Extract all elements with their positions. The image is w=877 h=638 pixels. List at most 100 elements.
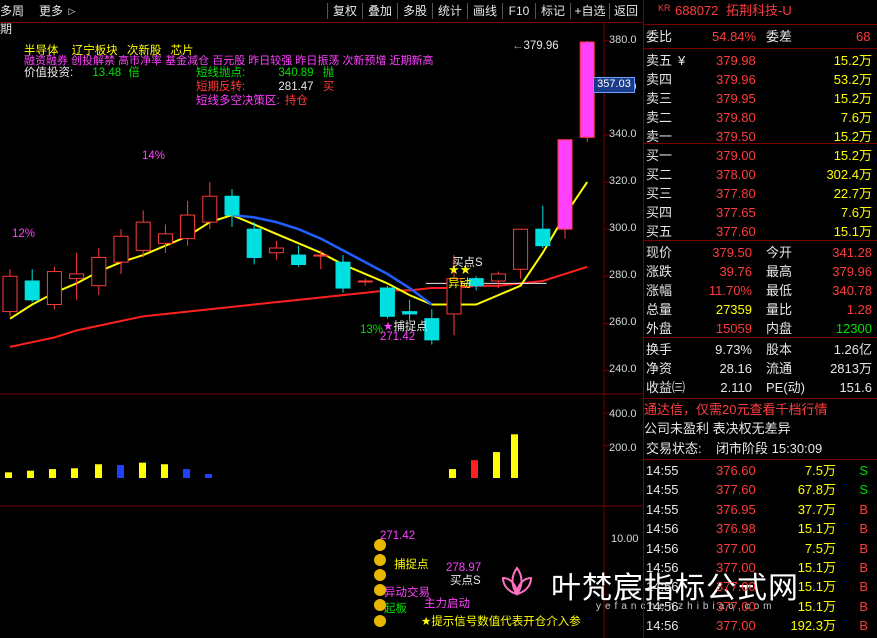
quote-value: 379.96 — [832, 264, 872, 279]
quote-value: 340.78 — [832, 283, 872, 298]
stock-header: KR 688072 拓荆科技-U — [644, 2, 877, 20]
quote-label: 内盘 — [766, 321, 793, 336]
tick-volume: 15.1万 — [797, 560, 836, 575]
kline-chart-area[interactable]: 380.0360.0340.0320.0300.0280.0260.0240.0… — [0, 22, 798, 638]
period-selector[interactable]: 多周期 — [0, 2, 32, 36]
tick-volume: 37.7万 — [797, 501, 836, 517]
more-arrow-icon[interactable]: ▷ — [66, 2, 78, 20]
tick-time: 14:56 — [646, 618, 679, 634]
quote-row: 涨幅 11.70% 最低 340.78 — [644, 282, 877, 300]
face-icon — [374, 554, 386, 566]
bid-price: 377.65 — [716, 205, 756, 220]
trade-status-value: 闭市阶段 15:30:09 — [716, 441, 823, 456]
value-investing-number: 13.48 — [92, 67, 122, 79]
quote-value: 39.76 — [719, 264, 752, 279]
short-reversal-signal: 买 — [322, 81, 335, 93]
tick-volume: 7.5万 — [804, 463, 836, 478]
toolbar-button-mark[interactable]: 标记 — [537, 2, 569, 20]
toolbar-button-add-watchlist[interactable]: +自选 — [572, 2, 608, 20]
candle-body — [180, 214, 196, 240]
toolbar-button-f10[interactable]: F10 — [504, 2, 534, 20]
volume-bar — [183, 469, 190, 478]
level2-ad-banner[interactable]: 通达信，仅需20元查看千档行情 — [644, 401, 877, 419]
tick-price: 377.00 — [716, 598, 756, 614]
tick-volume: 192.3万 — [790, 618, 836, 634]
high-price-label: ←379.96 — [512, 40, 559, 52]
ask-price: 379.80 — [716, 110, 756, 125]
trade-status-label: 交易状态: — [646, 441, 702, 456]
strategy-zone-value: 持仓 — [284, 95, 308, 107]
more-button[interactable]: 更多 — [36, 2, 66, 20]
ask-volume: 7.6万 — [840, 110, 872, 125]
sub-tip-text: ★提示信号数值代表开仓介入参 — [421, 616, 581, 628]
finance-row: 收益㈢ 2.110 PE(动) 151.6 — [644, 379, 877, 397]
high-price-value: 379.96 — [523, 40, 559, 52]
price-axis-tick: 320.0 — [609, 175, 637, 188]
toolbar-button-draw[interactable]: 画线 — [469, 2, 501, 20]
tick-time: 14:56 — [646, 540, 679, 556]
quote-row: 总量 27359 量比 1.28 — [644, 301, 877, 319]
quote-label: 外盘 — [646, 321, 673, 336]
tick-price: 377.00 — [716, 579, 756, 595]
face-icon — [374, 599, 386, 611]
toolbar-button-fuquan[interactable]: 复权 — [329, 2, 361, 20]
current-price-tag: 357.03 — [593, 77, 635, 93]
volume-bar — [5, 472, 12, 478]
tick-time: 14:55 — [646, 482, 679, 498]
candle-body — [2, 275, 18, 313]
candle-body — [46, 271, 62, 306]
volume-bar — [511, 434, 518, 478]
toolbar-button-stats[interactable]: 统计 — [434, 2, 466, 20]
sub-low-price: 271.42 — [380, 530, 416, 542]
ask-volume: 53.2万 — [833, 72, 872, 87]
bid-volume: 15.1万 — [833, 224, 872, 239]
finance-label: 净资 — [646, 361, 673, 376]
tick-price: 376.60 — [716, 463, 756, 478]
bid-label: 买二 — [646, 167, 673, 182]
quote-value: 341.28 — [832, 245, 872, 260]
catch-point-text: 捕捉点 — [393, 321, 428, 333]
bid-row: 买四 377.65 7.6万 — [644, 204, 877, 222]
candle-body — [291, 254, 307, 266]
candle-body — [135, 221, 151, 251]
candle-body — [224, 195, 240, 216]
quote-row: 涨跌 39.76 最高 379.96 — [644, 263, 877, 281]
weicha-value: 68 — [856, 29, 871, 44]
price-axis-tick: 380.0 — [609, 33, 637, 46]
candle-body — [357, 280, 373, 283]
finance-value: 151.6 — [839, 380, 872, 395]
volume-bar — [493, 452, 500, 478]
toolbar-button-multi-stock[interactable]: 多股 — [399, 2, 431, 20]
tick-row: 14:55 377.60 67.8万 S — [644, 481, 877, 499]
tick-row: 14:56 377.00 192.3万 B — [644, 617, 877, 635]
quote-label: 量比 — [766, 302, 793, 317]
bid-volume: 22.7万 — [833, 186, 872, 201]
toolbar-button-overlay[interactable]: 叠加 — [364, 2, 396, 20]
finance-label: PE(动) — [766, 380, 806, 395]
weicha-label: 委差 — [766, 29, 793, 44]
tick-row: 14:56 377.00 15.1万 B — [644, 559, 877, 577]
bid-row: 买一 379.00 15.2万 — [644, 147, 877, 165]
tick-row: 14:56 377.00 7.5万 B — [644, 540, 877, 558]
toolbar-button-back[interactable]: 返回 — [611, 2, 641, 20]
face-icon — [374, 569, 386, 581]
bid-price: 377.80 — [716, 186, 756, 201]
kline-chart-svg — [0, 22, 643, 638]
face-icon — [374, 615, 386, 627]
volume-axis-tick: 200.0 — [609, 442, 637, 454]
volume-bar — [205, 473, 212, 478]
double-star-icon: ★★ — [448, 262, 472, 277]
candle-body — [313, 254, 329, 257]
tick-price: 377.00 — [716, 540, 756, 556]
price-axis-tick: 240.0 — [609, 363, 637, 376]
candle-body — [379, 287, 395, 317]
ask-label: 卖二 — [646, 110, 673, 125]
quote-value: 11.70% — [708, 283, 752, 298]
strategy-zone-label: 短线多空决策区: — [196, 95, 280, 107]
ask-row: 卖二 379.80 7.6万 — [644, 109, 877, 127]
tick-volume: 15.1万 — [797, 579, 836, 595]
tick-side: S — [859, 482, 868, 498]
tick-volume: 15.1万 — [797, 521, 836, 537]
sub-main-force: 主力启动 — [424, 598, 470, 610]
tick-time: 14:56 — [646, 560, 679, 575]
